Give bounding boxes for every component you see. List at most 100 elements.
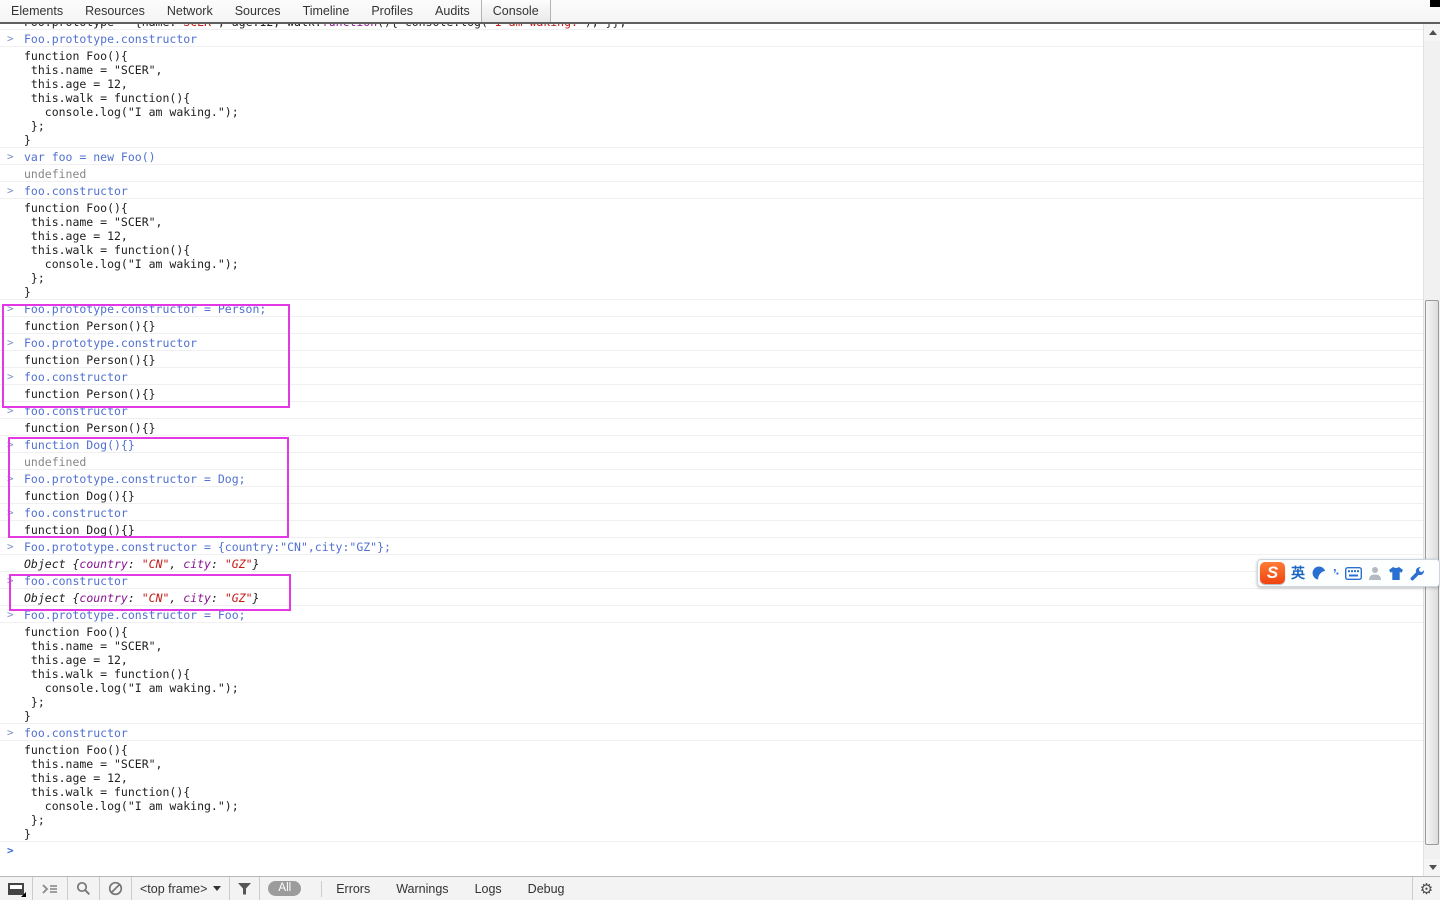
code-segment-code: Object { xyxy=(24,591,79,605)
tab-audits[interactable]: Audits xyxy=(424,0,481,22)
prompt-chevron-icon: > xyxy=(7,506,14,520)
search-icon xyxy=(76,881,91,896)
console-command: >Foo.prototype.constructor xyxy=(0,30,1423,47)
prompt-chevron-icon: > xyxy=(7,726,14,740)
code-segment-code: , xyxy=(169,557,183,571)
prompt-chevron-icon: > xyxy=(7,844,14,858)
prompt-chevron-icon: > xyxy=(7,540,14,554)
console-result-function: function Foo(){ this.name = "SCER", this… xyxy=(0,623,1423,724)
show-console-drawer-button[interactable] xyxy=(33,877,68,900)
function-source-text: function Foo(){ this.name = "SCER", this… xyxy=(24,743,1417,841)
filter-all-pill[interactable]: All xyxy=(268,881,301,896)
console-command: >var foo = new Foo() xyxy=(0,148,1423,165)
console-result-object-preview: Object {country: "CN", city: "GZ"} xyxy=(0,555,1423,572)
command-text: foo.constructor xyxy=(24,404,128,418)
prompt-chevron-icon: > xyxy=(7,438,14,452)
code-segment-str: "GZ" xyxy=(225,591,253,605)
ime-logo-icon[interactable]: S xyxy=(1260,562,1285,584)
tab-console[interactable]: Console xyxy=(481,0,551,22)
command-text: foo.constructor xyxy=(24,726,128,740)
frame-context-label: <top frame> xyxy=(140,882,207,896)
command-text: Foo.prototype.constructor = Dog; xyxy=(24,472,246,486)
code-segment-str: "SCER" xyxy=(176,24,218,29)
user-account-icon[interactable] xyxy=(1368,566,1382,581)
vertical-scrollbar[interactable] xyxy=(1423,24,1440,876)
console-command: >Foo.prototype.constructor = Foo; xyxy=(0,606,1423,623)
console-command: >Foo.prototype.constructor = Dog; xyxy=(0,470,1423,487)
console-result-undefined: undefined xyxy=(0,453,1423,470)
clear-console-button[interactable] xyxy=(100,877,132,900)
moon-icon[interactable] xyxy=(1311,565,1327,581)
tab-profiles[interactable]: Profiles xyxy=(360,0,424,22)
code-segment-key: city xyxy=(183,591,211,605)
code-segment-code: } xyxy=(253,591,260,605)
console-command: >foo.constructor xyxy=(0,182,1423,199)
scroll-up-icon xyxy=(1429,30,1437,35)
frame-context-select[interactable]: <top frame> xyxy=(132,877,230,900)
ime-language-toggle[interactable]: 英 xyxy=(1291,563,1305,583)
console-result: function Dog(){} xyxy=(0,521,1423,538)
filter-button[interactable] xyxy=(230,877,260,900)
tab-strip: ElementsResourcesNetworkSourcesTimelineP… xyxy=(0,0,551,22)
console-command: >foo.constructor xyxy=(0,504,1423,521)
code-segment-key: country xyxy=(79,591,127,605)
console-command: >Foo.prototype.constructor xyxy=(0,334,1423,351)
punctuation-toggle[interactable]: ’· xyxy=(1333,566,1339,581)
filter-level-debug[interactable]: Debug xyxy=(528,882,565,896)
dock-side-button[interactable] xyxy=(0,877,33,900)
skin-tshirt-icon[interactable] xyxy=(1388,566,1404,581)
filter-level-errors[interactable]: Errors xyxy=(336,882,370,896)
console-result-object-preview: Object {country: "CN", city: "GZ"} xyxy=(0,589,1423,606)
scroll-up-button[interactable] xyxy=(1424,24,1440,41)
console-log-area[interactable]: Foo.prototype = {name:"SCER", age:12, wa… xyxy=(0,24,1423,876)
filter-level-logs[interactable]: Logs xyxy=(475,882,502,896)
settings-button[interactable]: ⚙ xyxy=(1412,877,1440,900)
console-command: > foo.constructor xyxy=(0,724,1423,741)
code-segment-code: Foo.prototype = {name: xyxy=(24,24,176,29)
console-result-undefined: undefined xyxy=(0,165,1423,182)
command-text: Foo.prototype.constructor xyxy=(24,32,197,46)
filter-level-warnings[interactable]: Warnings xyxy=(396,882,448,896)
command-text: function Dog(){} xyxy=(24,438,135,452)
code-segment-str: "CN" xyxy=(142,591,170,605)
console-result: function Dog(){} xyxy=(0,487,1423,504)
dock-side-icon xyxy=(8,883,24,895)
console-command: >foo.constructor xyxy=(0,368,1423,385)
console-command: > function Dog(){} xyxy=(0,436,1423,453)
command-text: Foo.prototype.constructor = Person; xyxy=(24,302,266,316)
code-segment-code: } xyxy=(253,557,260,571)
console-result-function: function Foo(){ this.name = "SCER", this… xyxy=(0,199,1423,300)
tab-timeline[interactable]: Timeline xyxy=(292,0,361,22)
scroll-down-button[interactable] xyxy=(1424,859,1440,876)
code-segment-code: : xyxy=(211,591,225,605)
code-segment-code: : xyxy=(128,591,142,605)
console-prompt[interactable]: > xyxy=(0,842,1423,858)
command-text: Foo.prototype.constructor xyxy=(24,336,197,350)
console-command: >foo.constructor xyxy=(0,572,1423,589)
search-button[interactable] xyxy=(68,877,100,900)
tab-network[interactable]: Network xyxy=(156,0,224,22)
console-result: function Person(){} xyxy=(0,351,1423,368)
console-command: >Foo.prototype.constructor = Person; xyxy=(0,300,1423,317)
wrench-settings-icon[interactable] xyxy=(1410,566,1425,581)
code-segment-code: ); }}; xyxy=(585,24,627,29)
console-drawer-icon xyxy=(41,882,59,896)
tab-sources[interactable]: Sources xyxy=(224,0,292,22)
command-text: var foo = new Foo() xyxy=(24,150,156,164)
console-result: function Person(){} xyxy=(0,317,1423,334)
ime-toolbar[interactable]: S 英 ’· xyxy=(1257,559,1440,587)
console-result: function Person(){} xyxy=(0,385,1423,402)
command-text: Foo.prototype.constructor = Foo; xyxy=(24,608,246,622)
prompt-chevron-icon: > xyxy=(7,574,14,588)
prompt-chevron-icon: > xyxy=(7,404,14,418)
filter-all-cell: All xyxy=(260,877,309,900)
tab-elements[interactable]: Elements xyxy=(0,0,74,22)
soft-keyboard-icon[interactable] xyxy=(1345,567,1362,580)
code-segment-code: (){ console.log( xyxy=(377,24,488,29)
devtools-tab-bar: ElementsResourcesNetworkSourcesTimelineP… xyxy=(0,0,1440,24)
tab-resources[interactable]: Resources xyxy=(74,0,156,22)
prompt-chevron-icon: > xyxy=(7,370,14,384)
gear-icon: ⚙ xyxy=(1420,882,1433,897)
console-command: > foo.constructor xyxy=(0,402,1423,419)
function-source-text: function Foo(){ this.name = "SCER", this… xyxy=(24,201,1417,299)
